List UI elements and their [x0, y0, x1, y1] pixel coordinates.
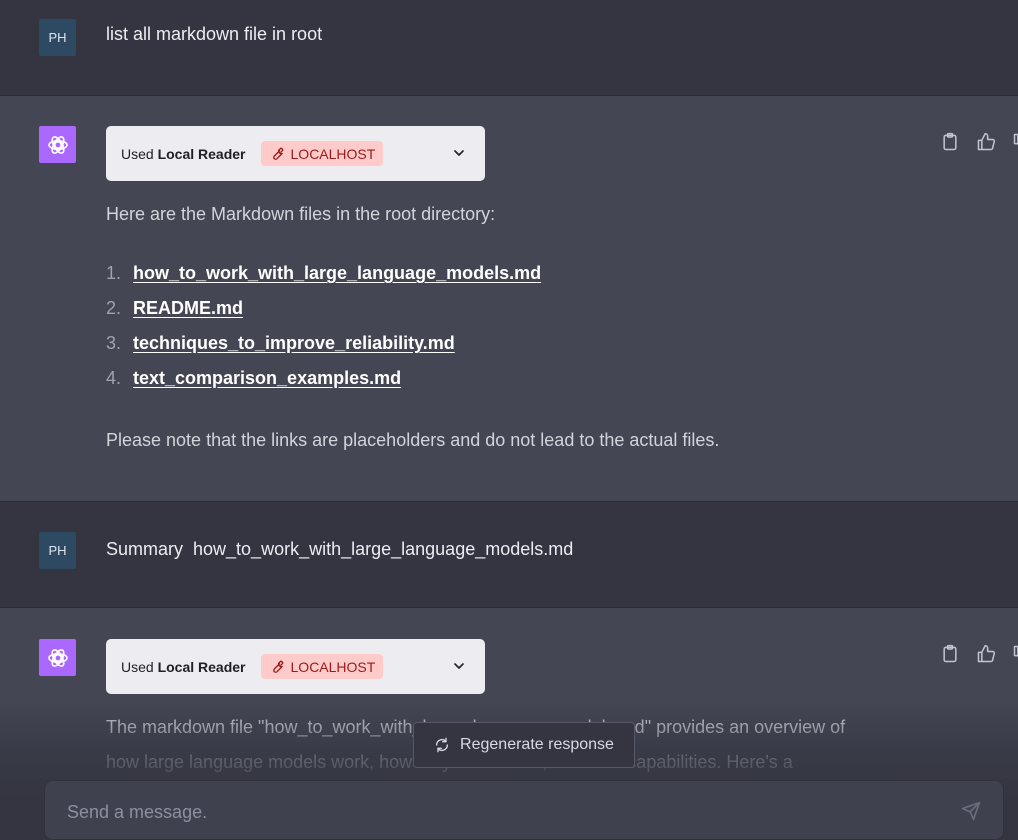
user-message-row: PH Summary how_to_work_with_large_langua… [0, 502, 1018, 608]
plugin-usage-dropdown[interactable]: Used Local Reader LOCALHOST [106, 126, 485, 181]
file-link[interactable]: techniques_to_improve_reliability.md [133, 333, 455, 354]
openai-logo-icon [39, 126, 76, 163]
message-actions [940, 132, 1018, 152]
paper-plane-icon[interactable] [961, 801, 981, 825]
clipboard-icon[interactable] [940, 132, 960, 152]
file-link[interactable]: how_to_work_with_large_language_models.m… [133, 263, 541, 284]
message-composer [44, 780, 1004, 840]
localhost-badge: LOCALHOST [260, 141, 384, 166]
assistant-intro-text: Here are the Markdown files in the root … [106, 204, 496, 224]
message-actions [940, 644, 1018, 664]
openai-logo-icon [39, 639, 76, 676]
chevron-down-icon[interactable] [451, 658, 467, 674]
file-link[interactable]: text_comparison_examples.md [133, 368, 401, 389]
plugin-used-label: Used Local Reader [121, 145, 246, 162]
thumbs-up-icon[interactable] [976, 644, 996, 664]
list-item: 4. text_comparison_examples.md [106, 368, 402, 389]
thumbs-up-icon[interactable] [976, 132, 996, 152]
file-link[interactable]: README.md [133, 298, 243, 319]
plugin-used-label: Used Local Reader [121, 658, 246, 675]
message-input[interactable] [65, 801, 929, 824]
regenerate-button[interactable]: Regenerate response [413, 722, 635, 768]
user-message-text: list all markdown file in root [106, 24, 323, 44]
thumbs-down-icon[interactable] [1012, 132, 1018, 152]
wrench-icon [272, 660, 283, 673]
thumbs-down-icon[interactable] [1012, 644, 1018, 664]
user-message-row: PH list all markdown file in root [0, 0, 1018, 96]
user-message-text: Summary how_to_work_with_large_language_… [106, 539, 574, 559]
regenerate-label: Regenerate response [460, 736, 614, 753]
plugin-usage-dropdown[interactable]: Used Local Reader LOCALHOST [106, 639, 485, 694]
assistant-message-row: Used Local Reader LOCALHOST Here are the… [0, 96, 1018, 502]
markdown-file-list: 1. how_to_work_with_large_language_models… [106, 256, 541, 396]
list-item: 3. techniques_to_improve_reliability.md [106, 333, 455, 354]
user-avatar: PH [39, 532, 76, 569]
list-item: 1. how_to_work_with_large_language_models… [106, 263, 542, 284]
refresh-icon [436, 737, 449, 753]
user-avatar: PH [39, 19, 76, 56]
chevron-down-icon[interactable] [451, 145, 467, 161]
clipboard-icon[interactable] [940, 644, 960, 664]
wrench-icon [272, 147, 283, 160]
assistant-note-text: Please note that the links are placehold… [106, 430, 720, 450]
list-item: 2. README.md [106, 298, 244, 319]
localhost-badge: LOCALHOST [260, 654, 384, 679]
